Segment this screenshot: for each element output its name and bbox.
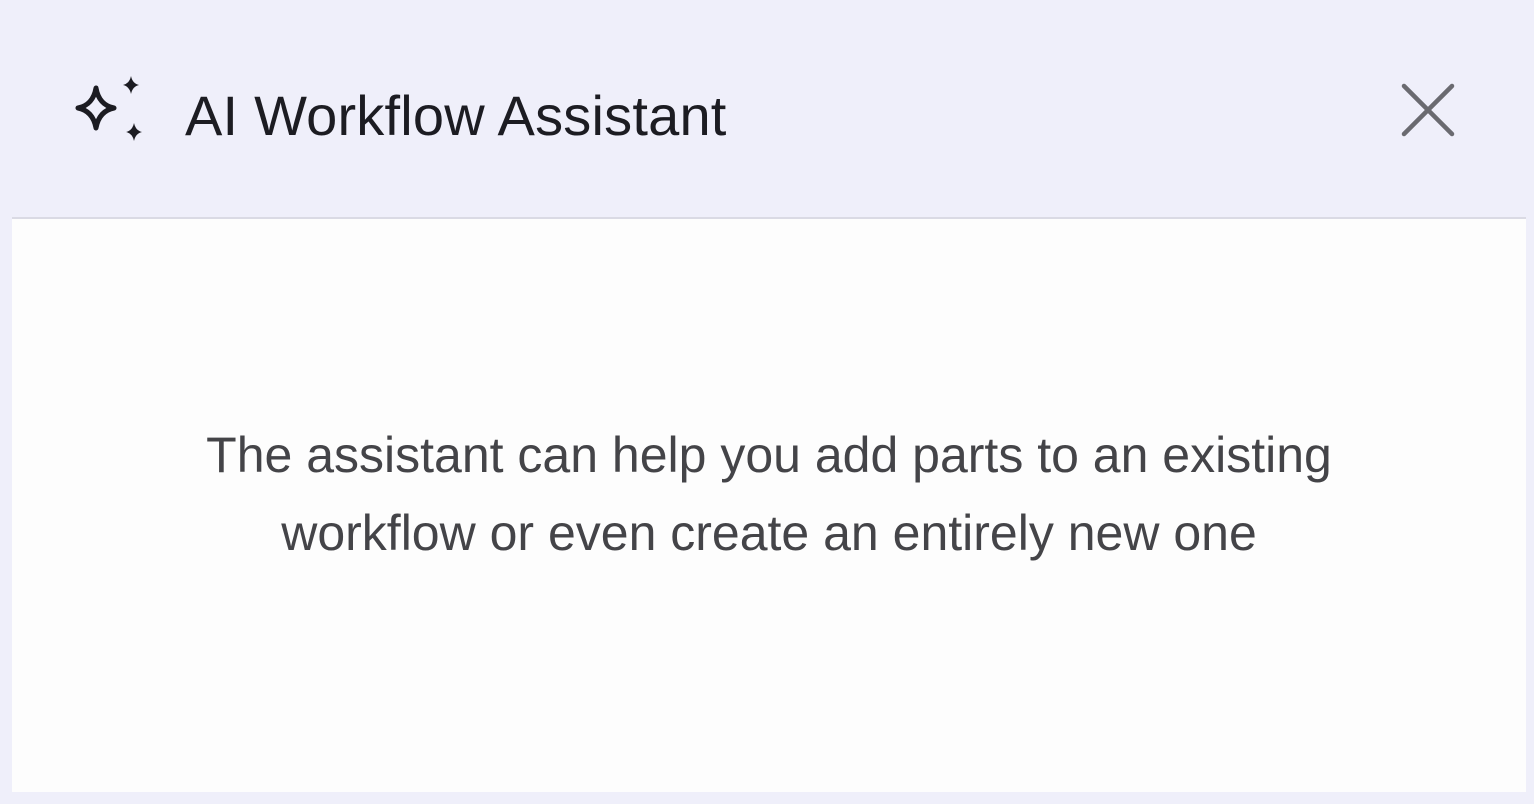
sparkles-icon (68, 74, 146, 146)
panel-content: The assistant can help you add parts to … (12, 219, 1526, 792)
message-line-2: workflow or even create an entirely new … (281, 505, 1257, 561)
message-line-1: The assistant can help you add parts to … (206, 427, 1332, 483)
close-icon (1398, 83, 1458, 144)
ai-assistant-panel: AI Workflow Assistant The assistant can … (0, 0, 1534, 804)
empty-state-message: The assistant can help you add parts to … (12, 416, 1526, 572)
panel-title: AI Workflow Assistant (185, 84, 727, 147)
close-button[interactable] (1398, 80, 1458, 140)
panel-header: AI Workflow Assistant (0, 0, 1534, 217)
